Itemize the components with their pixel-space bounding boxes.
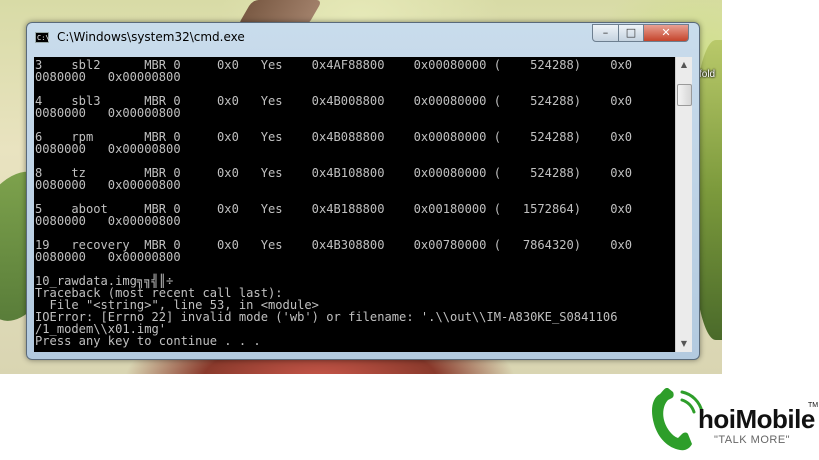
logo-trademark: TM xyxy=(808,402,819,409)
minimize-button[interactable]: – xyxy=(592,24,619,42)
console-line: Press any key to continue . . . xyxy=(35,334,261,348)
console-line: 0080000 0x00000800 xyxy=(35,250,181,264)
console-line: 0080000 0x00000800 xyxy=(35,106,181,120)
window-titlebar[interactable]: C:\ C:\Windows\system32\cmd.exe – □ ✕ xyxy=(27,23,699,51)
window-title: C:\Windows\system32\cmd.exe xyxy=(57,30,245,44)
close-button[interactable]: ✕ xyxy=(643,24,689,42)
console-line: 0080000 0x00000800 xyxy=(35,178,181,192)
vertical-scrollbar[interactable]: ▲ ▼ xyxy=(675,57,692,352)
cmd-window[interactable]: C:\ C:\Windows\system32\cmd.exe – □ ✕ 3 … xyxy=(26,22,700,360)
desktop-icon-label[interactable]: fold xyxy=(699,69,715,80)
logo-name: hoiMobile xyxy=(698,404,815,434)
console-output[interactable]: 3 sbl2 MBR 0 0x0 Yes 0x4AF88800 0x000800… xyxy=(34,57,675,352)
choimobile-logo: hoiMobile TM "TALK MORE" xyxy=(648,388,818,456)
console-line: 0080000 0x00000800 xyxy=(35,70,181,84)
logo-tagline: "TALK MORE" xyxy=(714,434,791,446)
scroll-down-arrow-icon[interactable]: ▼ xyxy=(676,336,692,352)
scroll-up-arrow-icon[interactable]: ▲ xyxy=(676,57,692,73)
cmd-app-icon[interactable]: C:\ xyxy=(35,32,50,43)
scrollbar-thumb[interactable] xyxy=(677,84,692,106)
console-line: 0080000 0x00000800 xyxy=(35,214,181,228)
maximize-button[interactable]: □ xyxy=(618,24,644,42)
console-text: 3 sbl2 MBR 0 0x0 Yes 0x4AF88800 0x000800… xyxy=(34,57,675,347)
console-line: 0080000 0x00000800 xyxy=(35,142,181,156)
